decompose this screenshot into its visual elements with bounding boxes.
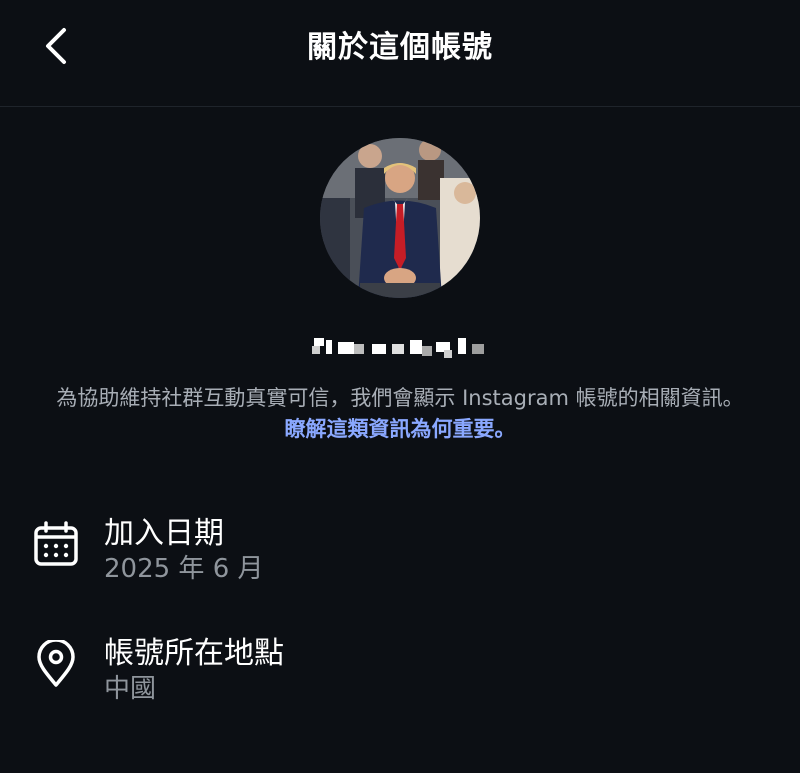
location-pin-icon (30, 638, 82, 690)
avatar[interactable] (320, 138, 480, 298)
page-title: 關於這個帳號 (307, 30, 493, 65)
learn-why-link[interactable]: 瞭解這類資訊為何重要。 (285, 417, 516, 441)
pixelated-username-mask (312, 338, 484, 358)
username-obscured (0, 336, 800, 360)
join-date-row: 加入日期 2025 年 6 月 (0, 508, 800, 598)
account-location-value: 中國 (104, 674, 157, 704)
profile-photo (320, 138, 480, 298)
description-text: 為協助維持社群互動真實可信，我們會顯示 Instagram 帳號的相關資訊。 (56, 386, 744, 410)
account-info-description: 為協助維持社群互動真實可信，我們會顯示 Instagram 帳號的相關資訊。瞭解… (50, 383, 750, 445)
top-bar: 關於這個帳號 (0, 0, 800, 107)
account-location-label: 帳號所在地點 (104, 636, 284, 671)
calendar-icon (30, 518, 82, 570)
join-date-label: 加入日期 (104, 516, 224, 551)
account-location-row: 帳號所在地點 中國 (0, 628, 800, 718)
join-date-value: 2025 年 6 月 (104, 554, 264, 584)
